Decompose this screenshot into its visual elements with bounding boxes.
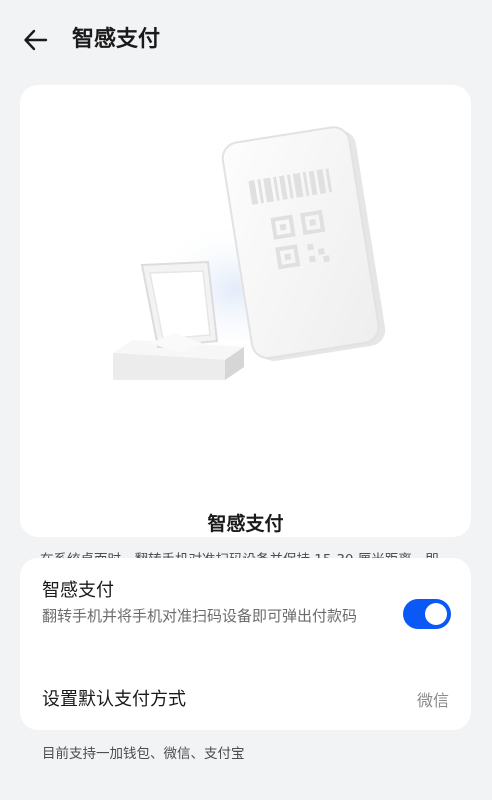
toggle-knob — [425, 603, 447, 625]
illustration-card: 智感支付 在系统桌面时，翻转手机对准扫码设备并保持 15-30 厘米距离，即可弹… — [20, 85, 471, 590]
arrow-left-icon — [24, 29, 48, 51]
supported-wallets-note: 目前支持一加钱包、微信、支付宝 — [42, 746, 245, 762]
default-payment-value: 微信 — [416, 691, 449, 710]
smart-pay-title: 智感支付 — [42, 580, 114, 601]
back-button[interactable] — [22, 26, 50, 54]
illustration-title: 智感支付 — [207, 513, 284, 535]
smart-pay-toggle[interactable] — [403, 599, 451, 629]
default-payment-row[interactable]: 设置默认支付方式 — [20, 674, 471, 724]
smart-pay-subtitle: 翻转手机并将手机对准扫码设备即可弹出付款码 — [42, 607, 358, 625]
phone-scan-illustration — [113, 126, 386, 380]
app-header: 智感支付 — [0, 0, 492, 80]
settings-card: 智感支付 翻转手机并将手机对准扫码设备即可弹出付款码 设置默认支付方式 微信 — [20, 558, 471, 730]
default-payment-title: 设置默认支付方式 — [42, 689, 186, 710]
page-title: 智感支付 — [72, 27, 161, 52]
